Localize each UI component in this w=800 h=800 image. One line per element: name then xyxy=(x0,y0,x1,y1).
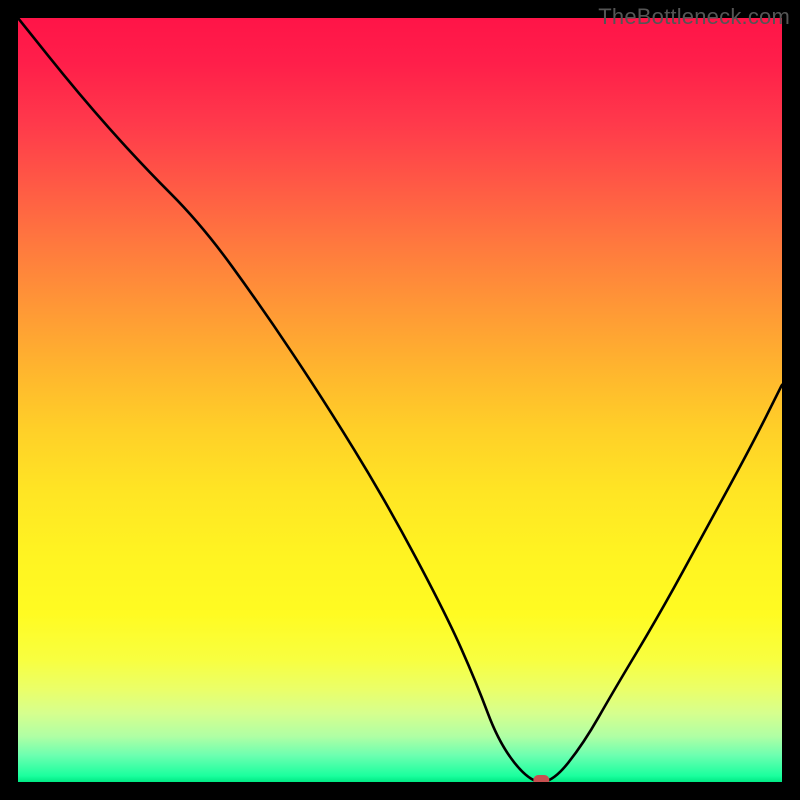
bottleneck-curve xyxy=(18,18,782,782)
plot-area xyxy=(18,18,782,782)
optimal-point-marker xyxy=(533,775,549,782)
chart-frame: TheBottleneck.com xyxy=(0,0,800,800)
watermark-text: TheBottleneck.com xyxy=(598,4,790,30)
curve-layer xyxy=(18,18,782,782)
